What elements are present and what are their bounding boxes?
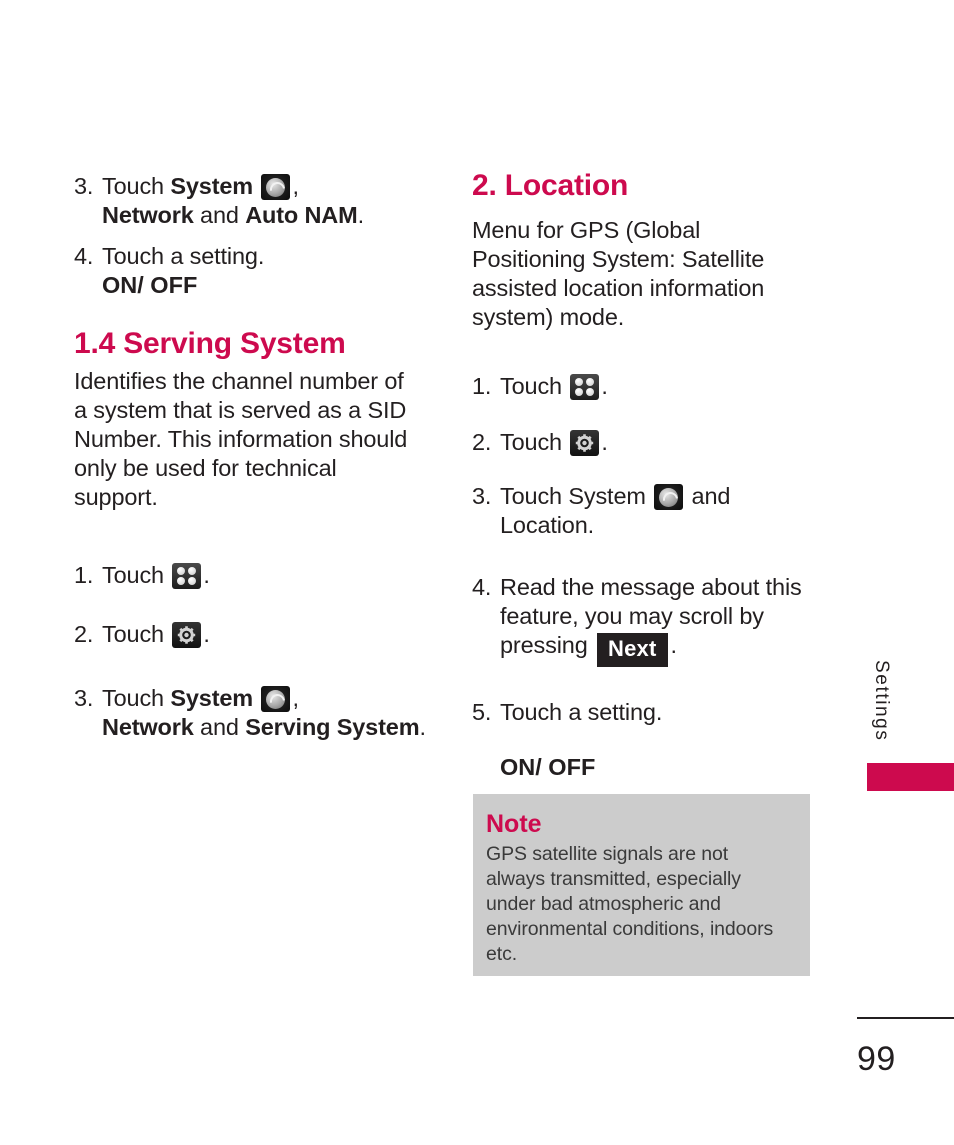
step-number: 2. <box>74 621 94 647</box>
step-period: . <box>419 714 426 740</box>
menu-grid-icon <box>172 563 202 589</box>
step-text-before: Touch System <box>500 483 653 509</box>
right-step-5-touch-setting: 5. Touch a setting. <box>472 698 840 727</box>
step-text-before: Touch <box>102 685 171 711</box>
system-icon <box>654 484 684 510</box>
step-number: 3. <box>74 685 94 711</box>
page-number: 99 <box>857 1040 896 1078</box>
step-text-before: Touch <box>102 621 171 647</box>
on-off-value: ON/ OFF <box>102 272 198 298</box>
step-and: and <box>193 202 246 228</box>
step-text-after: . <box>670 632 678 658</box>
step-text-after: . <box>601 429 608 455</box>
step-bold-auto-nam: Auto NAM <box>245 202 358 228</box>
system-icon <box>261 686 291 712</box>
step-text-after: . <box>601 373 608 399</box>
step-text-before: Touch <box>102 562 171 588</box>
step-comma: , <box>292 685 299 711</box>
step-and: and <box>193 714 246 740</box>
step-number: 3. <box>74 173 94 199</box>
step-period: . <box>357 202 365 228</box>
step-bold-system: System <box>170 173 254 199</box>
step-line-2: Location. <box>500 512 595 538</box>
step-number: 3. <box>472 483 492 509</box>
step-bold-system: System <box>170 685 254 711</box>
side-tab-label-settings: Settings <box>871 660 892 742</box>
left-step-3-serving-system: 3. Touch System , Network and Serving Sy… <box>74 684 454 742</box>
step-number: 4. <box>472 574 492 600</box>
left-step-3-auto-nam: 3. Touch System , Network and Auto NAM. <box>74 172 454 230</box>
step-bold-network: Network <box>102 714 194 740</box>
menu-grid-icon <box>570 374 600 400</box>
step-bold-network: Network <box>102 202 194 228</box>
step-bold-serving-system: Serving System <box>245 714 420 740</box>
step-number: 1. <box>472 373 492 399</box>
manual-page: 3. Touch System , Network and Auto NAM. … <box>0 0 954 1145</box>
note-box: Note GPS satellite signals are not alway… <box>473 794 810 976</box>
settings-gear-icon <box>570 430 600 456</box>
serving-system-description: Identifies the channel number of a syste… <box>74 368 408 510</box>
system-icon <box>261 174 291 200</box>
right-step-3-system-location: 3. Touch System and Location. <box>472 482 840 540</box>
step-number: 5. <box>472 699 492 725</box>
step-text-after: and <box>685 483 731 509</box>
on-off-value: ON/ OFF <box>500 754 596 780</box>
step-number: 2. <box>472 429 492 455</box>
page-title-serving-system: 1.4 Serving System <box>74 327 346 360</box>
note-title: Note <box>486 810 542 838</box>
next-key-button[interactable]: Next <box>597 633 668 667</box>
settings-gear-icon <box>172 622 202 648</box>
step-text-before: Touch <box>500 373 569 399</box>
side-tab-marker <box>867 763 954 791</box>
left-step-2-touch-settings: 2. Touch . <box>74 620 454 649</box>
step-text-after: . <box>203 562 210 588</box>
page-title-location: 2. Location <box>472 169 629 202</box>
step-text: Touch a setting. <box>500 699 663 725</box>
footer-divider <box>857 1017 954 1019</box>
right-step-2-touch-settings: 2. Touch . <box>472 428 840 457</box>
left-step-4-setting: 4. Touch a setting. ON/ OFF <box>74 242 454 300</box>
step-number: 4. <box>74 243 94 269</box>
left-step-1-touch-menu: 1. Touch . <box>74 561 454 590</box>
step-text: Touch a setting. <box>102 243 265 269</box>
location-description: Menu for GPS (Global Positioning System:… <box>472 217 765 330</box>
note-body: GPS satellite signals are not always tra… <box>486 842 774 965</box>
step-text-before: Touch <box>500 429 569 455</box>
step-text-before: Touch <box>102 173 171 199</box>
step-comma: , <box>292 173 299 199</box>
right-step-4-read-message: 4. Read the message about this feature, … <box>472 573 840 667</box>
step-number: 1. <box>74 562 94 588</box>
step-text-after: . <box>203 621 210 647</box>
right-step-1-touch-menu: 1. Touch . <box>472 372 840 401</box>
